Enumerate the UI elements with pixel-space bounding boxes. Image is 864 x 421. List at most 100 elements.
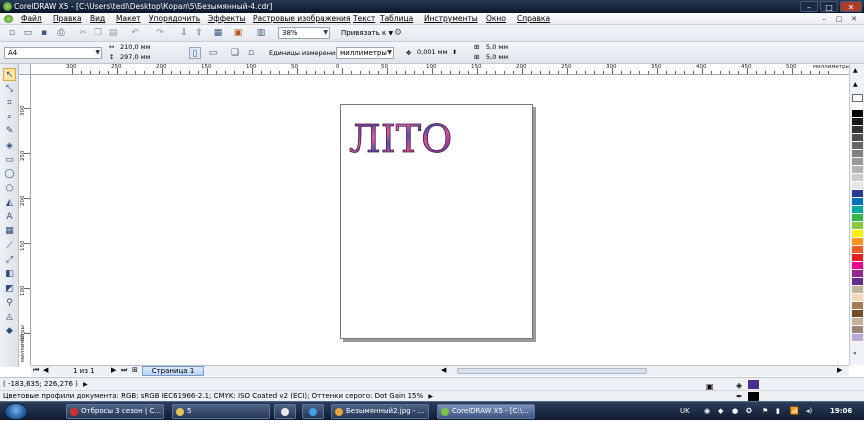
save-icon[interactable]: ▪ <box>38 27 50 39</box>
page-width-field[interactable]: 210,0 мм <box>118 43 164 52</box>
document-icon[interactable] <box>4 15 13 23</box>
table-tool-icon[interactable]: ▦ <box>3 225 16 238</box>
volume-icon[interactable]: ◂) <box>806 402 812 421</box>
dimension-tool-icon[interactable]: ⟋ <box>3 240 16 253</box>
portrait-icon[interactable]: ▯ <box>189 47 201 59</box>
vertical-ruler[interactable]: 300 250 200 150 100 50 миллиметры <box>19 75 31 365</box>
open-folder-icon[interactable]: ▭ <box>22 27 34 39</box>
maximize-button[interactable]: □ <box>820 1 838 12</box>
palette-swatch[interactable] <box>852 262 863 270</box>
color-profiles-text[interactable]: Цветовые профили документа: RGB: sRGB IE… <box>3 392 423 400</box>
minimize-button[interactable]: – <box>800 1 818 12</box>
import-icon[interactable]: ⇩ <box>178 27 190 39</box>
doc-minimize-button[interactable]: – <box>818 14 830 24</box>
horizontal-ruler[interactable]: 300 250 200 150 100 50 0 50 100 150 200 250 300 350 40… <box>31 64 850 75</box>
palette-swatch[interactable] <box>852 166 863 174</box>
welcome-screen-icon[interactable]: ▣ <box>232 27 244 39</box>
duplicate-x-field[interactable]: 5,0 мм <box>484 43 520 52</box>
new-document-icon[interactable]: ▫ <box>6 27 18 39</box>
menu-window[interactable]: Окно <box>486 13 506 25</box>
ellipse-tool-icon[interactable]: ◯ <box>3 168 16 181</box>
text-tool-icon[interactable]: A <box>3 211 16 224</box>
paste-icon[interactable]: ▤ <box>107 27 119 39</box>
spin-icon[interactable]: ⬍ <box>452 48 457 57</box>
units-combo[interactable]: миллиметры ▼ <box>336 47 394 59</box>
palette-swatch[interactable] <box>852 102 863 110</box>
menu-table[interactable]: Таблица <box>380 13 413 25</box>
palette-swatch[interactable] <box>852 206 863 214</box>
palette-swatch[interactable] <box>852 334 863 342</box>
taskbar-opera[interactable]: Отбросы 3 сезон | С... <box>66 404 164 419</box>
rectangle-tool-icon[interactable]: ▭ <box>3 154 16 167</box>
palette-swatch[interactable] <box>852 142 863 150</box>
taskbar-folder[interactable]: 5 <box>172 404 270 419</box>
menu-arrange[interactable]: Упорядочить <box>149 13 200 25</box>
update-icon[interactable]: ● <box>732 402 738 421</box>
palette-swatch[interactable] <box>852 174 863 182</box>
outline-tool-icon[interactable]: ◬ <box>3 311 16 324</box>
expand-arrow-icon[interactable]: ▶ <box>83 381 88 388</box>
palette-swatch[interactable] <box>852 294 863 302</box>
undo-icon[interactable]: ↶ <box>129 27 141 39</box>
no-color-swatch[interactable] <box>852 94 863 102</box>
palette-swatch[interactable] <box>852 254 863 262</box>
palette-swatch[interactable] <box>852 222 863 230</box>
outline-color-swatch[interactable] <box>748 392 759 401</box>
page-height-field[interactable]: 297,0 мм <box>118 53 164 62</box>
freehand-tool-icon[interactable]: ✎ <box>3 125 16 138</box>
power-icon[interactable]: ▮ <box>776 402 780 421</box>
next-page-icon[interactable]: ▶ <box>111 366 116 374</box>
clock[interactable]: 19:06 <box>830 402 852 421</box>
palette-swatch[interactable] <box>852 198 863 206</box>
transparency-tool-icon[interactable]: ◩ <box>3 283 16 296</box>
palette-swatch[interactable] <box>852 310 863 318</box>
menu-tools[interactable]: Инструменты <box>424 13 478 25</box>
add-page-icon[interactable]: ⊞ <box>132 366 138 374</box>
palette-swatch[interactable] <box>852 190 863 198</box>
zoom-level-combo[interactable]: 38% ▼ <box>278 27 330 39</box>
lito-artistic-text[interactable]: ЛІТО <box>349 117 453 162</box>
landscape-icon[interactable]: ▭ <box>207 47 219 59</box>
paper-size-combo[interactable]: A4 ▼ <box>4 47 102 59</box>
last-page-icon[interactable]: ⏭ <box>121 366 127 375</box>
palette-swatch[interactable] <box>852 214 863 222</box>
page-tab[interactable]: Страница 1 <box>142 366 204 376</box>
menu-bitmaps[interactable]: Растровые изображения <box>253 13 350 25</box>
corel-online-icon[interactable]: ▥ <box>255 27 267 39</box>
taskbar-media[interactable] <box>274 404 296 419</box>
connector-tool-icon[interactable]: ⤢ <box>3 254 16 267</box>
network-icon[interactable]: ◉ <box>704 402 710 421</box>
polygon-tool-icon[interactable]: ⬠ <box>3 183 16 196</box>
scroll-up-icon[interactable]: ▲ <box>853 67 858 74</box>
taskbar-coreldraw[interactable]: CorelDRAW X5 - [C:\... <box>437 404 535 419</box>
menu-view[interactable]: Вид <box>90 13 105 25</box>
fill-tool-icon[interactable]: ◆ <box>3 325 16 338</box>
palette-swatch[interactable] <box>852 246 863 254</box>
taskbar-image-viewer[interactable]: Безымянный2.jpg - ... <box>331 404 429 419</box>
pick-tool-icon[interactable]: ↖ <box>3 68 16 81</box>
palette-swatch[interactable] <box>852 230 863 238</box>
close-button[interactable]: ✕ <box>840 1 862 12</box>
all-pages-icon[interactable]: ❏ <box>229 47 241 59</box>
palette-swatch[interactable] <box>852 118 863 126</box>
palette-swatch[interactable] <box>852 182 863 190</box>
cut-icon[interactable]: ✂ <box>77 27 89 39</box>
menu-layout[interactable]: Макет <box>116 13 141 25</box>
palette-expand-icon[interactable]: « <box>853 350 857 357</box>
palette-swatch[interactable] <box>852 238 863 246</box>
menu-edit[interactable]: Правка <box>53 13 82 25</box>
basic-shapes-icon[interactable]: ◭ <box>3 197 16 210</box>
security-icon[interactable]: ◆ <box>718 402 723 421</box>
palette-swatch[interactable] <box>852 158 863 166</box>
wifi-icon[interactable]: 📶 <box>790 402 799 421</box>
menu-effects[interactable]: Эффекты <box>208 13 246 25</box>
scroll-right-icon[interactable]: ▶ <box>837 366 842 374</box>
prev-page-icon[interactable]: ◀ <box>43 366 48 374</box>
horizontal-scrollbar-thumb[interactable] <box>457 368 647 374</box>
duplicate-y-field[interactable]: 5,0 мм <box>484 53 520 62</box>
eyedropper-tool-icon[interactable]: ⚲ <box>3 297 16 310</box>
options-icon[interactable]: ⚙ <box>392 27 404 39</box>
first-page-icon[interactable]: ⏮ <box>33 366 39 375</box>
smart-fill-icon[interactable]: ◈ <box>3 140 16 153</box>
zoom-tool-icon[interactable]: ⌕ <box>3 111 16 124</box>
